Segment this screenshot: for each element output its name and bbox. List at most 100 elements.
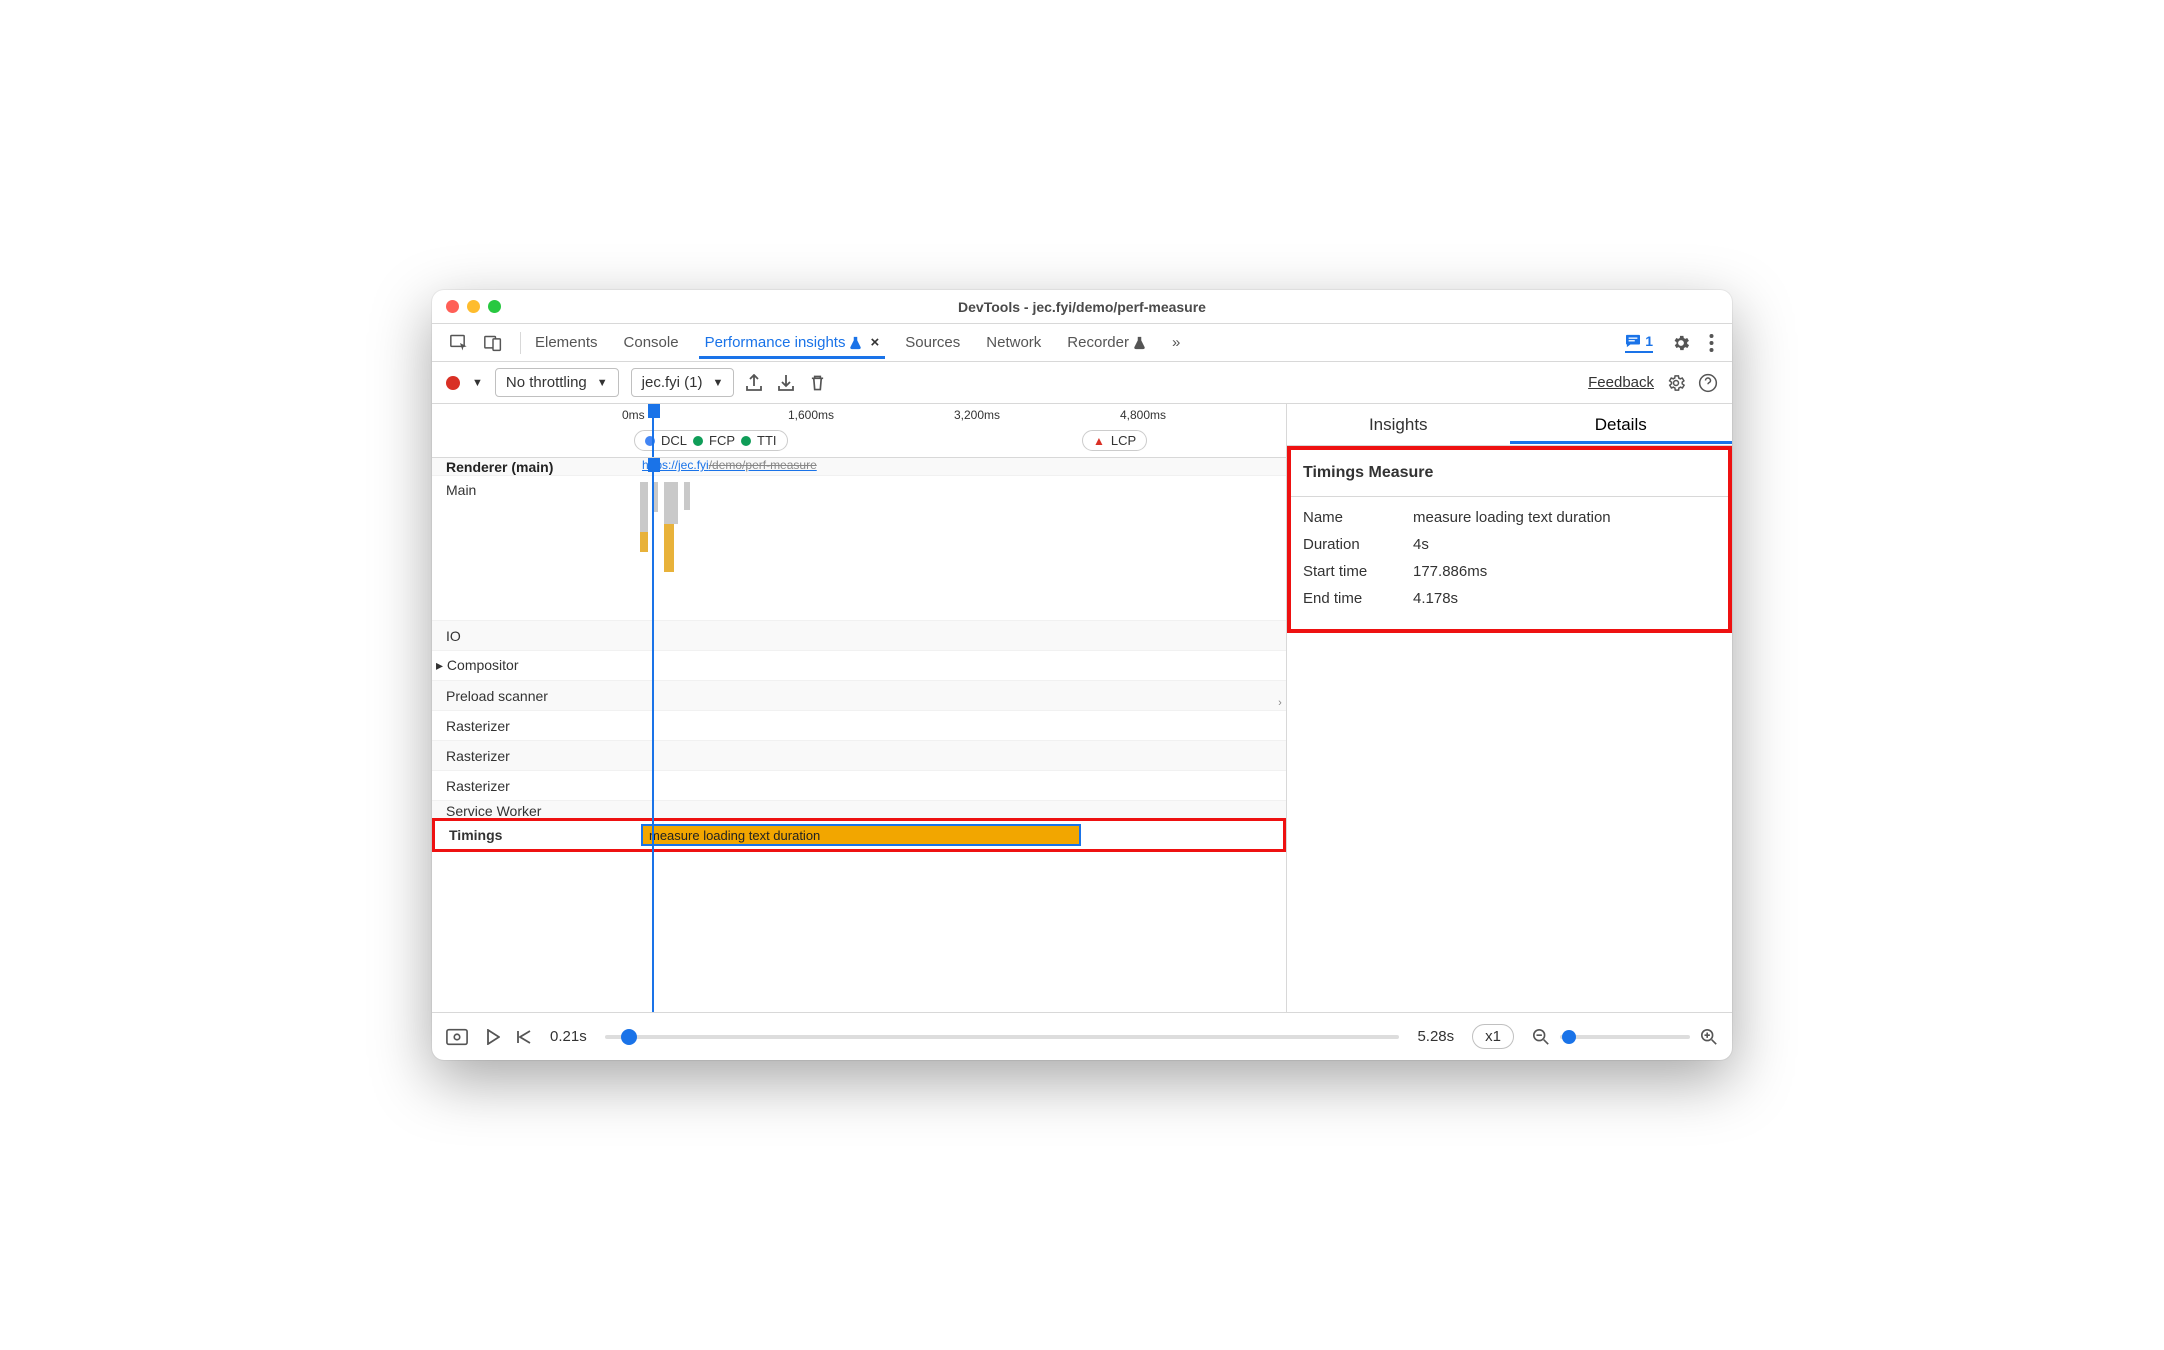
main-flamegraph[interactable] xyxy=(640,482,700,612)
settings-icon[interactable] xyxy=(1671,333,1691,353)
tabbar-separator xyxy=(520,332,521,354)
time-ruler[interactable]: 0ms 1,600ms 3,200ms 4,800ms DCLFCPTTI ▲L… xyxy=(432,404,1286,458)
track-io[interactable]: IO xyxy=(432,621,1286,651)
playhead-line[interactable] xyxy=(652,458,654,1012)
chevron-down-icon: ▼ xyxy=(713,377,724,389)
track-timings[interactable]: Timings measure loading text duration xyxy=(432,818,1286,852)
tick: 0ms xyxy=(622,408,788,422)
tab-label: Performance insights xyxy=(705,334,846,351)
zoom-controls xyxy=(1532,1028,1718,1046)
details-box: Timings Measure Name measure loading tex… xyxy=(1287,446,1732,633)
warning-icon: ▲ xyxy=(1093,434,1105,448)
detail-row-start-time: Start time 177.886ms xyxy=(1303,563,1716,580)
chat-icon xyxy=(1625,334,1641,348)
track-renderer[interactable]: Renderer (main) xyxy=(432,458,1286,476)
measure-label: measure loading text duration xyxy=(649,828,820,843)
minimize-window-button[interactable] xyxy=(467,300,480,313)
tick: 4,800ms xyxy=(1120,408,1286,422)
tab-performance-insights[interactable]: Performance insights × xyxy=(699,326,886,359)
record-button[interactable] xyxy=(446,376,460,390)
session-label: jec.fyi (1) xyxy=(642,374,703,391)
play-icon[interactable] xyxy=(486,1029,500,1045)
chevron-down-icon: ▼ xyxy=(597,377,608,389)
playback-start-time: 0.21s xyxy=(550,1028,587,1045)
dot-icon xyxy=(741,436,751,446)
import-icon[interactable] xyxy=(778,374,794,392)
traffic-lights xyxy=(446,300,501,313)
close-window-button[interactable] xyxy=(446,300,459,313)
zoom-window-button[interactable] xyxy=(488,300,501,313)
tick: 1,600ms xyxy=(788,408,954,422)
perf-toolbar: ▼ No throttling ▼ jec.fyi (1) ▼ Feedback xyxy=(432,362,1732,404)
more-menu-icon[interactable] xyxy=(1709,334,1714,352)
detail-row-name: Name measure loading text duration xyxy=(1303,509,1716,526)
track-rasterizer-3[interactable]: Rasterizer xyxy=(432,771,1286,801)
throttling-label: No throttling xyxy=(506,374,587,391)
speed-select[interactable]: x1 xyxy=(1472,1024,1514,1049)
tab-details[interactable]: Details xyxy=(1510,406,1733,444)
zoom-in-icon[interactable] xyxy=(1700,1028,1718,1046)
playback-footer: 0.21s 5.28s x1 xyxy=(432,1012,1732,1060)
tab-sources[interactable]: Sources xyxy=(899,326,966,359)
track-main[interactable]: Main xyxy=(432,476,1286,621)
tab-network[interactable]: Network xyxy=(980,326,1047,359)
playhead[interactable] xyxy=(652,404,654,457)
delete-icon[interactable] xyxy=(810,374,825,392)
metrics-badges: DCLFCPTTI xyxy=(634,430,788,451)
page-url[interactable]: https://jec.fyi/demo/perf-measure xyxy=(642,458,817,472)
collapse-handle-icon[interactable]: › xyxy=(1273,688,1286,718)
details-title: Timings Measure xyxy=(1291,450,1728,497)
skip-back-icon[interactable] xyxy=(516,1029,532,1045)
tab-recorder[interactable]: Recorder xyxy=(1061,326,1152,359)
window-title: DevTools - jec.fyi/demo/perf-measure xyxy=(432,299,1732,315)
track-rasterizer-2[interactable]: Rasterizer xyxy=(432,741,1286,771)
issues-button[interactable]: 1 xyxy=(1625,333,1653,353)
timeline-pane: 0ms 1,600ms 3,200ms 4,800ms DCLFCPTTI ▲L… xyxy=(432,404,1287,1012)
inspect-element-icon[interactable] xyxy=(450,334,470,352)
record-dropdown-icon[interactable]: ▼ xyxy=(472,377,483,389)
close-tab-icon[interactable]: × xyxy=(870,334,879,351)
zoom-out-icon[interactable] xyxy=(1532,1028,1550,1046)
devtools-window: DevTools - jec.fyi/demo/perf-measure Ele… xyxy=(432,290,1732,1060)
tab-elements[interactable]: Elements xyxy=(529,326,604,359)
more-tabs-button[interactable]: » xyxy=(1166,326,1186,359)
experiment-icon xyxy=(1133,336,1146,350)
tab-label: Recorder xyxy=(1067,334,1129,351)
slider-thumb[interactable] xyxy=(621,1029,637,1045)
experiment-icon xyxy=(849,336,862,350)
metric-lcp[interactable]: ▲LCP xyxy=(1082,430,1147,451)
preview-icon[interactable] xyxy=(446,1028,468,1046)
dot-icon xyxy=(693,436,703,446)
ruler-ticks: 0ms 1,600ms 3,200ms 4,800ms xyxy=(622,408,1286,422)
tab-console[interactable]: Console xyxy=(618,326,685,359)
panel-tabbar: Elements Console Performance insights × … xyxy=(432,324,1732,362)
device-toolbar-icon[interactable] xyxy=(484,334,502,352)
perf-body: 0ms 1,600ms 3,200ms 4,800ms DCLFCPTTI ▲L… xyxy=(432,404,1732,1012)
tab-insights[interactable]: Insights xyxy=(1287,406,1510,444)
playback-slider[interactable] xyxy=(605,1035,1400,1039)
details-grid: Name measure loading text duration Durat… xyxy=(1291,497,1728,629)
track-rasterizer-1[interactable]: Rasterizer xyxy=(432,711,1286,741)
tracks: https://jec.fyi/demo/perf-measure Render… xyxy=(432,458,1286,1012)
help-icon[interactable] xyxy=(1698,373,1718,393)
track-preload-scanner[interactable]: Preload scanner xyxy=(432,681,1286,711)
session-select[interactable]: jec.fyi (1) ▼ xyxy=(631,368,735,397)
detail-row-duration: Duration 4s xyxy=(1303,536,1716,553)
playback-end-time: 5.28s xyxy=(1417,1028,1454,1045)
perf-settings-icon[interactable] xyxy=(1666,373,1686,393)
track-compositor[interactable]: ▸ Compositor xyxy=(432,651,1286,681)
detail-row-end-time: End time 4.178s xyxy=(1303,590,1716,607)
titlebar: DevTools - jec.fyi/demo/perf-measure xyxy=(432,290,1732,324)
timing-measure-bar[interactable]: measure loading text duration xyxy=(641,824,1081,846)
zoom-thumb[interactable] xyxy=(1562,1030,1576,1044)
issues-count: 1 xyxy=(1645,333,1653,349)
tick: 3,200ms xyxy=(954,408,1120,422)
details-pane: Insights Details Timings Measure Name me… xyxy=(1287,404,1732,1012)
throttling-select[interactable]: No throttling ▼ xyxy=(495,368,619,397)
panel-tabs: Elements Console Performance insights × … xyxy=(529,326,1625,359)
export-icon[interactable] xyxy=(746,374,762,392)
zoom-slider[interactable] xyxy=(1560,1035,1690,1039)
feedback-link[interactable]: Feedback xyxy=(1588,374,1654,391)
tabbar-right: 1 xyxy=(1625,333,1724,353)
metric-dcl[interactable]: DCLFCPTTI xyxy=(634,430,788,451)
